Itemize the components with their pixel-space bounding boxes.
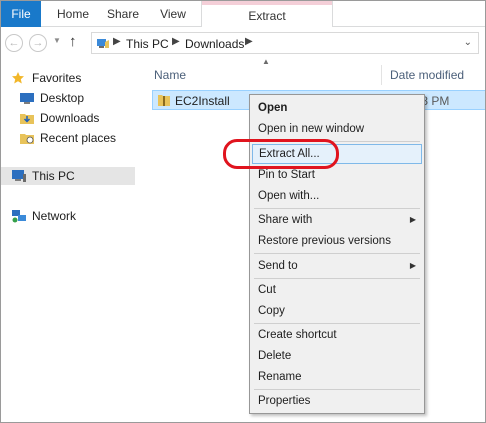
explorer-window: File Home Share View Extract ← → ▼ ↑ ▶ T… (0, 0, 486, 423)
menu-item-copy[interactable]: Copy (252, 301, 422, 321)
compressed-folder-tools-context: Extract (201, 1, 333, 27)
menu-item-properties[interactable]: Properties (252, 391, 422, 411)
recent-locations-icon[interactable]: ▼ (53, 36, 61, 45)
network-icon (11, 209, 27, 223)
file-name: EC2Install (175, 94, 230, 108)
back-button[interactable]: ← (5, 34, 23, 52)
menu-item-create-shortcut[interactable]: Create shortcut (252, 325, 422, 345)
menu-item-share-with[interactable]: Share with ▶ (252, 210, 422, 230)
nav-this-pc[interactable]: This PC (1, 167, 135, 185)
nav-item-label: Desktop (40, 91, 85, 105)
menu-item-extract-all[interactable]: Extract All... (252, 144, 422, 164)
menu-item-label: Share with (258, 214, 313, 226)
menu-item-rename[interactable]: Rename (252, 367, 422, 387)
menu-separator (254, 389, 420, 390)
tab-view[interactable]: View (151, 1, 195, 27)
forward-arrow-icon: → (32, 37, 44, 49)
menu-item-cut[interactable]: Cut (252, 280, 422, 300)
breadcrumb-this-pc[interactable]: This PC (126, 37, 169, 51)
star-icon (11, 71, 27, 85)
ribbon-tabs: File Home Share View Extract (1, 1, 485, 27)
menu-separator (254, 253, 420, 254)
menu-item-restore-previous-versions[interactable]: Restore previous versions (252, 231, 422, 251)
breadcrumb-separator-icon[interactable]: ▶ (172, 36, 180, 47)
context-menu: Open Open in new window Extract All... P… (249, 94, 425, 414)
tab-file[interactable]: File (1, 1, 41, 27)
nav-network[interactable]: Network (11, 207, 76, 225)
submenu-arrow-icon: ▶ (409, 215, 416, 224)
menu-separator (254, 278, 420, 279)
column-header-name[interactable]: Name (154, 65, 382, 85)
breadcrumb-separator-icon[interactable]: ▶ (113, 36, 121, 47)
menu-item-pin-to-start[interactable]: Pin to Start (252, 165, 422, 185)
address-bar[interactable]: ▶ This PC ▶ Downloads ▶ ⌄ (91, 32, 479, 54)
computer-icon (11, 169, 27, 183)
menu-separator (254, 141, 420, 142)
up-arrow-icon[interactable]: ↑ (69, 33, 77, 50)
desktop-icon (19, 91, 35, 105)
submenu-arrow-icon: ▶ (409, 261, 416, 270)
nav-item-desktop[interactable]: Desktop (19, 89, 84, 107)
breadcrumb-downloads[interactable]: Downloads (185, 37, 244, 51)
column-header-date-modified[interactable]: Date modified (390, 65, 485, 85)
tab-share[interactable]: Share (101, 1, 145, 27)
nav-item-label: Recent places (40, 131, 117, 145)
navigation-pane: Favorites Desktop Downloads Recent place… (1, 59, 137, 422)
nav-favorites[interactable]: Favorites (11, 69, 81, 87)
nav-this-pc-label: This PC (32, 169, 75, 183)
breadcrumb-separator-icon[interactable]: ▶ (245, 36, 253, 47)
recent-places-icon (19, 131, 35, 145)
menu-item-delete[interactable]: Delete (252, 346, 422, 366)
tab-home[interactable]: Home (49, 1, 97, 27)
downloads-icon (19, 111, 35, 125)
tab-extract[interactable]: Extract (202, 5, 332, 27)
back-arrow-icon: ← (8, 37, 20, 49)
menu-separator (254, 208, 420, 209)
nav-favorites-label: Favorites (32, 71, 82, 85)
menu-item-label: Send to (258, 260, 298, 272)
nav-item-downloads[interactable]: Downloads (19, 109, 99, 127)
zip-folder-icon (158, 95, 170, 106)
forward-button[interactable]: → (29, 34, 47, 52)
menu-item-open-in-new-window[interactable]: Open in new window (252, 119, 422, 139)
menu-separator (254, 323, 420, 324)
chevron-down-icon[interactable]: ⌄ (464, 37, 472, 48)
menu-item-open[interactable]: Open (252, 98, 422, 118)
nav-network-label: Network (32, 209, 77, 223)
menu-item-open-with[interactable]: Open with... (252, 186, 422, 206)
menu-item-send-to[interactable]: Send to ▶ (252, 256, 422, 276)
nav-item-label: Downloads (40, 111, 100, 125)
this-pc-location-icon (97, 39, 109, 48)
navigation-bar: ← → ▼ ↑ ▶ This PC ▶ Downloads ▶ ⌄ (1, 28, 485, 58)
nav-item-recent-places[interactable]: Recent places (19, 129, 116, 147)
